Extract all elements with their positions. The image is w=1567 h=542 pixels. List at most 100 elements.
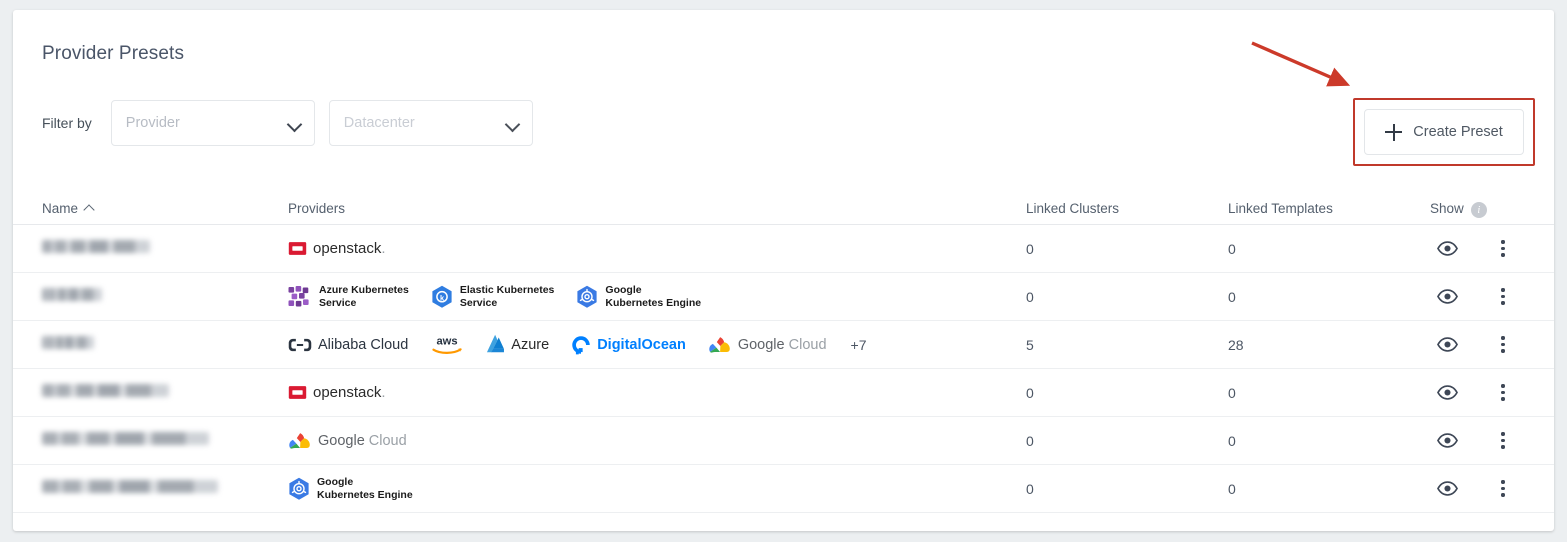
provider-chip-eks: k Elastic KubernetesService [431, 284, 555, 308]
cell-name [13, 240, 288, 258]
column-header-show-label: Show [1430, 201, 1464, 216]
provider-chip-aws: aws [430, 334, 464, 356]
provider-label: Alibaba Cloud [318, 337, 408, 353]
eye-icon[interactable] [1430, 232, 1464, 266]
kebab-menu-icon[interactable] [1486, 376, 1520, 410]
cell-actions [1430, 328, 1554, 362]
aws-logo: aws [430, 334, 464, 356]
column-header-show: Show i [1430, 200, 1554, 216]
cell-name [13, 384, 288, 402]
provider-logo-list: GoogleKubernetes Engine [288, 476, 1026, 500]
provider-label: Google Cloud [318, 433, 407, 449]
filter-bar: Filter by Provider Datacenter [42, 100, 547, 146]
column-header-linked-clusters: Linked Clusters [1026, 201, 1228, 216]
provider-chip-openstack: openstack. [288, 239, 386, 258]
provider-more-count: +7 [851, 337, 867, 353]
elastic-kubernetes-service-logo: k [431, 285, 453, 309]
preset-name-redacted [42, 432, 209, 445]
provider-logo-list: Azure KubernetesService k Elastic Kubernet… [288, 284, 1026, 308]
provider-label: openstack. [313, 240, 386, 257]
openstack-logo [288, 239, 307, 258]
cell-providers: Google Cloud [288, 431, 1026, 450]
eye-icon[interactable] [1430, 424, 1464, 458]
chevron-down-icon [505, 117, 521, 133]
cell-providers: Alibaba Cloud aws Azure DigitalOcean Google … [288, 334, 1026, 356]
cell-linked-clusters: 0 [1026, 433, 1228, 449]
preset-name-redacted [42, 240, 150, 253]
kebab-menu-icon[interactable] [1486, 280, 1520, 314]
eye-icon[interactable] [1430, 280, 1464, 314]
cell-actions [1430, 424, 1554, 458]
provider-filter-placeholder: Provider [126, 115, 180, 131]
cell-actions [1430, 280, 1554, 314]
eye-icon[interactable] [1430, 328, 1464, 362]
provider-chip-gke: GoogleKubernetes Engine [576, 284, 701, 308]
cell-actions [1430, 232, 1554, 266]
cell-linked-clusters: 0 [1026, 289, 1228, 305]
table-row[interactable]: Azure KubernetesService k Elastic Kubernet… [13, 273, 1554, 321]
kebab-menu-icon[interactable] [1486, 232, 1520, 266]
presets-table: Name Providers Linked Clusters Linked Te… [13, 192, 1554, 513]
chevron-down-icon [287, 117, 303, 133]
provider-label: GoogleKubernetes Engine [317, 476, 413, 500]
table-row[interactable]: openstack.00 [13, 225, 1554, 273]
table-body: openstack.00Azure KubernetesServicekElas… [13, 225, 1554, 513]
cell-linked-clusters: 5 [1026, 337, 1228, 353]
provider-chip-alibaba: Alibaba Cloud [288, 337, 408, 353]
provider-presets-card: Provider Presets Filter by Provider Data… [13, 10, 1554, 531]
table-header-row: Name Providers Linked Clusters Linked Te… [13, 192, 1554, 225]
provider-label: GoogleKubernetes Engine [605, 284, 701, 308]
provider-label: Azure KubernetesService [319, 284, 409, 308]
google-cloud-logo [708, 335, 732, 354]
cell-linked-templates: 0 [1228, 385, 1430, 401]
page-title: Provider Presets [42, 43, 184, 65]
cell-linked-clusters: 0 [1026, 241, 1228, 257]
provider-label: Google Cloud [738, 337, 827, 353]
cell-name [13, 480, 288, 498]
provider-logo-list: Google Cloud [288, 431, 1026, 450]
table-row[interactable]: Alibaba Cloud aws Azure DigitalOcean Google … [13, 321, 1554, 369]
cell-providers: Azure KubernetesService k Elastic Kubernet… [288, 284, 1026, 308]
provider-filter-select[interactable]: Provider [111, 100, 315, 146]
cell-actions [1430, 376, 1554, 410]
provider-label: Elastic KubernetesService [460, 284, 555, 308]
eye-icon[interactable] [1430, 376, 1464, 410]
openstack-logo [288, 383, 307, 402]
provider-chip-openstack: openstack. [288, 383, 386, 402]
kebab-menu-icon[interactable] [1486, 328, 1520, 362]
create-preset-annotation-highlight: Create Preset [1353, 98, 1535, 166]
kebab-menu-icon[interactable] [1486, 424, 1520, 458]
create-preset-button[interactable]: Create Preset [1364, 109, 1524, 155]
azure-logo [486, 334, 505, 355]
column-header-name-label: Name [42, 201, 78, 216]
eye-icon[interactable] [1430, 472, 1464, 506]
column-header-providers: Providers [288, 201, 1026, 216]
table-row[interactable]: openstack. 00 [13, 369, 1554, 417]
cell-name [13, 432, 288, 450]
datacenter-filter-placeholder: Datacenter [344, 115, 415, 131]
provider-chip-azure: Azure [486, 334, 549, 355]
preset-name-redacted [42, 480, 218, 493]
provider-label: openstack. [313, 384, 386, 401]
svg-text:aws: aws [437, 335, 458, 347]
table-row[interactable]: Google Cloud00 [13, 417, 1554, 465]
provider-logo-list: openstack. [288, 239, 1026, 258]
cell-name [13, 288, 288, 306]
cell-linked-templates: 0 [1228, 289, 1430, 305]
info-icon[interactable]: i [1471, 202, 1487, 218]
google-cloud-logo [288, 431, 312, 450]
create-preset-label: Create Preset [1413, 124, 1502, 140]
google-kubernetes-engine-logo [576, 285, 598, 309]
digitalocean-logo [571, 335, 591, 355]
datacenter-filter-select[interactable]: Datacenter [329, 100, 533, 146]
kebab-menu-icon[interactable] [1486, 472, 1520, 506]
azure-kubernetes-service-logo [288, 286, 312, 308]
provider-chip-digitalocean: DigitalOcean [571, 335, 686, 355]
preset-name-redacted [42, 384, 169, 397]
cell-linked-clusters: 0 [1026, 385, 1228, 401]
provider-logo-list: openstack. [288, 383, 1026, 402]
table-row[interactable]: GoogleKubernetes Engine00 [13, 465, 1554, 513]
provider-logo-list: Alibaba Cloud aws Azure DigitalOcean Google … [288, 334, 1026, 356]
column-header-name[interactable]: Name [13, 201, 288, 216]
provider-chip-gke: GoogleKubernetes Engine [288, 476, 413, 500]
